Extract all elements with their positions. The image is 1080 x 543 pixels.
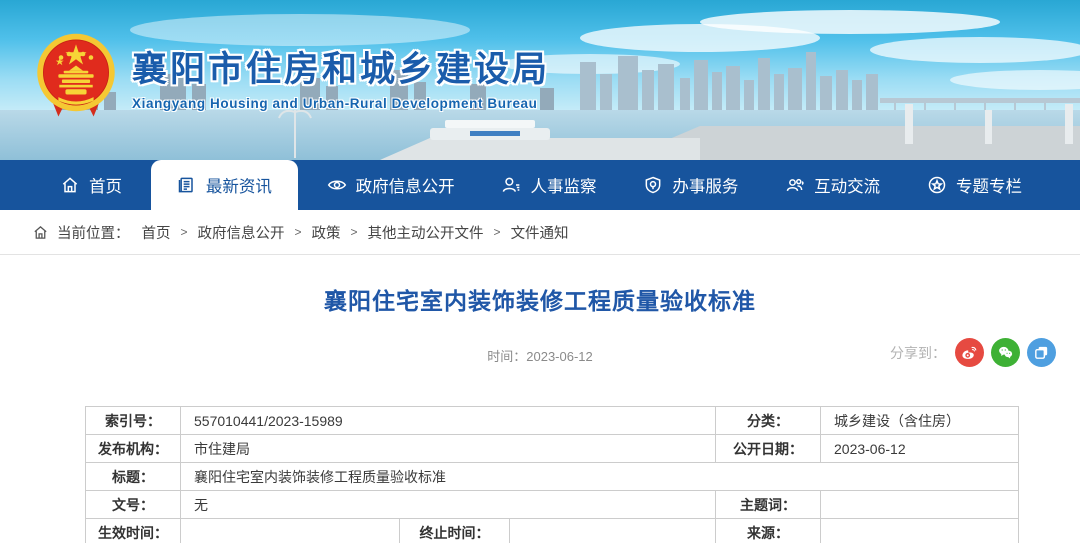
- table-row: 文号： 无 主题词：: [86, 491, 1019, 519]
- weibo-icon: [961, 344, 978, 361]
- document-info-table: 索引号： 557010441/2023-15989 分类： 城乡建设（含住房） …: [85, 406, 1080, 543]
- doc-number-label: 文号：: [86, 491, 181, 519]
- time-value: 2023-06-12: [526, 349, 593, 364]
- article-meta: 时间：2023-06-12 分享到：: [0, 338, 1080, 370]
- news-icon: [177, 175, 197, 195]
- index-number-label: 索引号：: [86, 407, 181, 435]
- breadcrumb-item-doc-notice[interactable]: 文件通知: [511, 222, 569, 243]
- nav-item-label: 专题专栏: [956, 173, 1022, 197]
- share-bar: 分享到：: [890, 338, 1056, 367]
- doc-title-label: 标题：: [86, 463, 181, 491]
- breadcrumb-separator: >: [181, 225, 188, 239]
- breadcrumb-item-policy[interactable]: 政策: [312, 222, 341, 243]
- breadcrumb-item-gov-info[interactable]: 政府信息公开: [198, 222, 285, 243]
- share-wechat-button[interactable]: [991, 338, 1020, 367]
- shield-icon: [643, 175, 663, 195]
- nav-item-services[interactable]: 办事服务: [625, 160, 756, 210]
- nav-item-special-topics[interactable]: 专题专栏: [909, 160, 1040, 210]
- table-row: 标题： 襄阳住宅室内装饰装修工程质量验收标准: [86, 463, 1019, 491]
- doc-title-value: 襄阳住宅室内装饰装修工程质量验收标准: [181, 463, 1019, 491]
- national-emblem-logo: [32, 30, 120, 122]
- source-value: [821, 519, 1019, 543]
- publish-date-label: 公开日期：: [716, 435, 821, 463]
- breadcrumb-separator: >: [494, 225, 501, 239]
- nav-item-label: 最新资讯: [206, 173, 272, 197]
- publisher-label: 发布机构：: [86, 435, 181, 463]
- nav-item-news[interactable]: 最新资讯: [151, 160, 298, 210]
- expiry-date-label: 终止时间：: [400, 519, 510, 543]
- star-badge-icon: [927, 175, 947, 195]
- breadcrumb-prefix: 当前位置：: [57, 222, 130, 243]
- main-nav: 首页 最新资讯 政府信息公开 人事监察 办事服务: [0, 160, 1080, 210]
- nav-item-label: 办事服务: [672, 173, 738, 197]
- brand: 襄阳市住房和城乡建设局 Xiangyang Housing and Urban-…: [32, 30, 550, 122]
- doc-number-value: 无: [181, 491, 716, 519]
- breadcrumb-separator: >: [295, 225, 302, 239]
- wechat-icon: [997, 344, 1014, 361]
- breadcrumb-item-home[interactable]: 首页: [142, 222, 171, 243]
- site-subtitle: Xiangyang Housing and Urban-Rural Develo…: [132, 96, 550, 111]
- index-number-value: 557010441/2023-15989: [181, 407, 716, 435]
- nav-item-label: 人事监察: [530, 173, 596, 197]
- keywords-label: 主题词：: [716, 491, 821, 519]
- nav-item-label: 首页: [89, 173, 122, 197]
- nav-item-label: 政府信息公开: [356, 173, 455, 197]
- expiry-date-value: [510, 519, 716, 543]
- copy-icon: [1033, 344, 1050, 361]
- table-row: 索引号： 557010441/2023-15989 分类： 城乡建设（含住房）: [86, 407, 1019, 435]
- breadcrumb-item-other-public-docs[interactable]: 其他主动公开文件: [368, 222, 484, 243]
- person-icon: [501, 175, 521, 195]
- effective-date-label: 生效时间：: [86, 519, 181, 543]
- header-banner: 襄阳市住房和城乡建设局 Xiangyang Housing and Urban-…: [0, 0, 1080, 160]
- home-icon: [60, 175, 80, 195]
- nav-item-personnel[interactable]: 人事监察: [483, 160, 614, 210]
- table-row: 生效时间： 终止时间： 来源：: [86, 519, 1019, 543]
- page-title: 襄阳住宅室内装饰装修工程质量验收标准: [0, 282, 1080, 316]
- nav-item-interaction[interactable]: 互动交流: [767, 160, 898, 210]
- breadcrumb: 当前位置： 首页 > 政府信息公开 > 政策 > 其他主动公开文件 > 文件通知: [0, 210, 1080, 255]
- brand-text: 襄阳市住房和城乡建设局 Xiangyang Housing and Urban-…: [132, 41, 550, 111]
- breadcrumb-separator: >: [351, 225, 358, 239]
- home-icon: [32, 224, 49, 241]
- table-row: 发布机构： 市住建局 公开日期： 2023-06-12: [86, 435, 1019, 463]
- eye-icon: [327, 175, 347, 195]
- nav-item-gov-info[interactable]: 政府信息公开: [309, 160, 473, 210]
- keywords-value: [821, 491, 1019, 519]
- category-value: 城乡建设（含住房）: [821, 407, 1019, 435]
- site-title: 襄阳市住房和城乡建设局: [132, 41, 550, 92]
- page: 襄阳市住房和城乡建设局 Xiangyang Housing and Urban-…: [0, 0, 1080, 543]
- source-label: 来源：: [716, 519, 821, 543]
- share-copy-button[interactable]: [1027, 338, 1056, 367]
- publish-date-value: 2023-06-12: [821, 435, 1019, 463]
- nav-item-label: 互动交流: [814, 173, 880, 197]
- time-label: 时间：: [487, 349, 526, 364]
- share-weibo-button[interactable]: [955, 338, 984, 367]
- share-label: 分享到：: [890, 343, 946, 363]
- nav-item-home[interactable]: 首页: [42, 160, 140, 210]
- category-label: 分类：: [716, 407, 821, 435]
- people-chat-icon: [785, 175, 805, 195]
- publisher-value: 市住建局: [181, 435, 716, 463]
- effective-date-value: [181, 519, 400, 543]
